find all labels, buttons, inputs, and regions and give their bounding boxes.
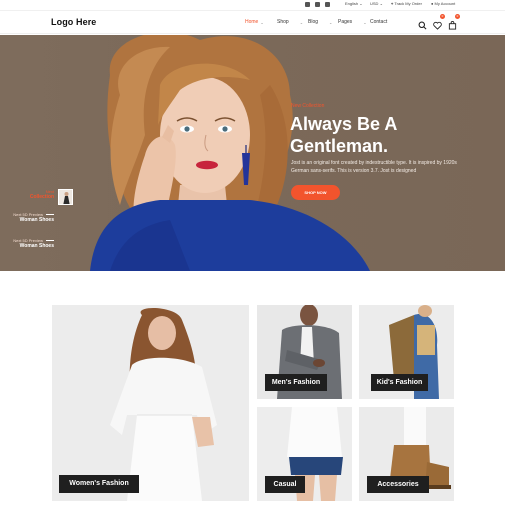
slide-preview-title: Woman Shoes — [19, 243, 54, 249]
chevron-down-icon: ⌄ — [299, 19, 304, 25]
nav-shop-label: Shop — [277, 19, 289, 25]
slide-preview-item[interactable]: Next Collection — [30, 189, 54, 200]
wishlist-button[interactable]: 0 — [433, 14, 445, 30]
cart-count-badge: 0 — [455, 14, 460, 19]
top-utility-bar: English ⌄ USD ⌄ ⌖ Track My Order ● My Ac… — [0, 0, 505, 10]
category-label: Kid's Fashion — [371, 374, 428, 391]
slide-preview-item[interactable]: Next 5D Preview Woman Shoes — [13, 238, 54, 249]
currency-label: USD — [370, 1, 379, 6]
currency-select[interactable]: USD ⌄ — [370, 1, 383, 6]
slide-preview-thumbnail[interactable] — [58, 189, 73, 205]
location-icon: ⌖ — [391, 1, 394, 6]
category-label: Casual — [265, 476, 305, 493]
slide-preview-title: Collection — [29, 194, 54, 200]
wishlist-count-badge: 0 — [440, 14, 445, 19]
language-select[interactable]: English ⌄ — [345, 1, 363, 6]
hero-banner: Next Collection Next 5D Preview Woman Sh… — [0, 35, 505, 271]
category-label: Women's Fashion — [59, 475, 139, 493]
nav-pages-label: Pages — [338, 19, 353, 25]
header-actions: 0 0 — [418, 14, 460, 30]
track-order-label: Track My Order — [394, 1, 422, 6]
nav-home[interactable]: Home ⌄ — [245, 19, 264, 25]
dash-line — [46, 240, 54, 242]
account-link[interactable]: ● My Account — [431, 1, 455, 6]
chevron-down-icon: ⌄ — [329, 19, 333, 25]
nav-contact[interactable]: Contact — [370, 19, 387, 25]
category-tile-accessories[interactable]: Accessories — [359, 407, 454, 501]
nav-blog-label: Blog — [308, 19, 319, 25]
hero-tagline: New Collection — [291, 103, 325, 109]
cart-button[interactable]: 0 — [448, 14, 460, 30]
chevron-down-icon: ⌄ — [260, 19, 264, 25]
track-order-link[interactable]: ⌖ Track My Order — [391, 1, 422, 6]
main-navbar: Logo Here Home ⌄ Shop ⌄ Blog ⌄ Pages ⌄ Conta… — [0, 10, 505, 34]
language-label: English — [345, 1, 359, 6]
twitter-icon[interactable] — [325, 2, 330, 7]
hero-description: Jost is an original font created by inde… — [291, 160, 457, 174]
user-icon: ● — [431, 1, 434, 6]
nav-blog[interactable]: Blog ⌄ — [308, 19, 332, 25]
dash-line — [46, 214, 54, 216]
slide-preview-item[interactable]: Next 5D Preview Woman Shoes — [13, 212, 54, 223]
hero-title: Always Be A Gentleman. — [290, 114, 397, 156]
shop-now-button[interactable]: SHOP NOW — [291, 185, 340, 200]
nav-home-label: Home — [245, 19, 259, 25]
category-tile-casual[interactable]: Casual — [257, 407, 352, 501]
chevron-down-icon: ⌄ — [363, 19, 367, 25]
account-label: My Account — [434, 1, 456, 6]
category-tile-womens-fashion[interactable]: Women's Fashion — [52, 305, 249, 501]
social-links — [305, 2, 330, 7]
nav-shop[interactable]: Shop ⌄ — [277, 19, 303, 25]
category-label: Accessories — [367, 476, 429, 493]
nav-contact-label: Contact — [370, 19, 388, 25]
cart-icon — [448, 21, 457, 30]
facebook-icon[interactable] — [305, 2, 310, 7]
womens-fashion-image — [52, 305, 249, 501]
slide-preview-title: Woman Shoes — [19, 217, 54, 223]
instagram-icon[interactable] — [315, 2, 320, 7]
category-tile-kids-fashion[interactable]: Kid's Fashion — [359, 305, 454, 399]
search-icon[interactable] — [418, 17, 427, 30]
category-label: Men's Fashion — [265, 374, 327, 391]
nav-pages[interactable]: Pages ⌄ — [338, 19, 367, 25]
heart-icon — [433, 21, 442, 30]
category-tile-mens-fashion[interactable]: Men's Fashion — [257, 305, 352, 399]
